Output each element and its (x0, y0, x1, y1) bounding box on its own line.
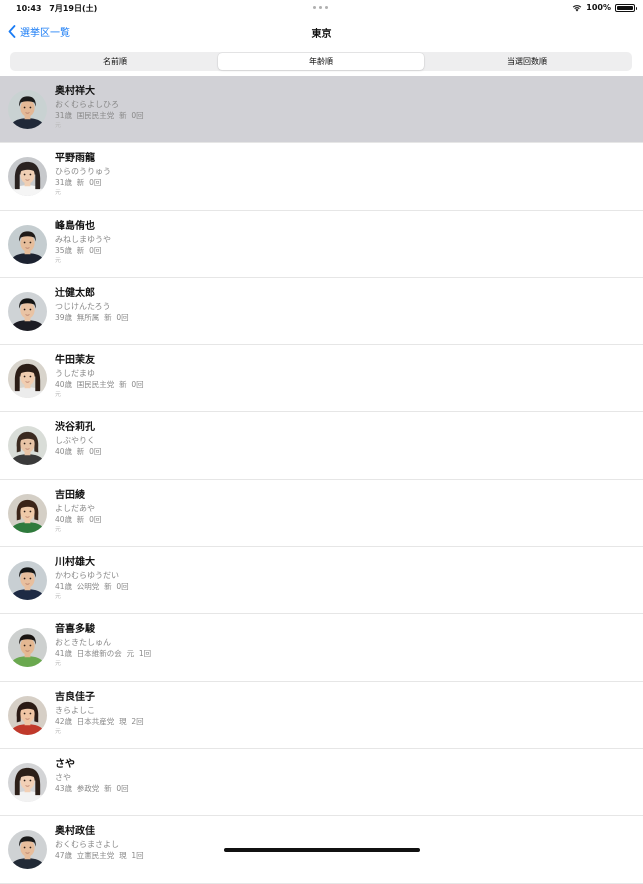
candidate-tag: 元 (55, 727, 62, 735)
status-time-date: 10:43 7月19日(土) (16, 3, 97, 14)
segment-wins-order[interactable]: 当選回数順 (424, 53, 630, 70)
multitasking-dots-icon[interactable] (313, 6, 328, 9)
candidate-tag: 元 (55, 122, 62, 129)
candidate-row[interactable]: 奥村祥大おくむらよしひろ 31歳 国民民主党 新 0回元 (0, 76, 643, 144)
candidate-info: 奥村祥大おくむらよしひろ 31歳 国民民主党 新 0回元 (55, 85, 144, 130)
candidate-info: 峰島侑也みねしまゆうや 35歳 新 0回元 (55, 220, 111, 265)
candidate-meta: 41歳 日本維新の会 元 1回 (55, 649, 152, 659)
candidate-name: 奥村祥大 (55, 86, 95, 97)
candidate-photo (8, 561, 47, 601)
candidate-info: 吉良佳子きらよしこ 42歳 日本共産党 現 2回元 (55, 691, 144, 736)
candidate-info: 奥村政佳おくむらまさよし 47歳 立憲民主党 現 1回 (55, 825, 144, 861)
candidate-info: 音喜多駿おときたしゅん 41歳 日本維新の会 元 1回元 (55, 623, 151, 668)
candidate-meta: 31歳 国民民主党 新 0回 (55, 111, 144, 120)
candidate-kana: しぶやりく (55, 436, 95, 446)
candidate-photo (8, 426, 47, 466)
candidate-kana: きらよしこ (55, 705, 95, 715)
candidate-row[interactable]: 音喜多駿おときたしゅん 41歳 日本維新の会 元 1回元 (0, 614, 643, 682)
candidate-name: 峰島侑也 (55, 220, 95, 232)
candidate-kana: つじけんたろう (55, 301, 111, 311)
candidate-kana: おくむらよしひろ (55, 100, 119, 109)
segment-name-order[interactable]: 名前順 (12, 53, 218, 70)
candidate-info: 牛田茉友うしだまゆ 40歳 国民民主党 新 0回元 (55, 354, 144, 399)
candidate-photo (8, 830, 47, 870)
candidate-meta: 31歳 新 0回 (55, 178, 102, 188)
candidate-meta: 39歳 無所属 新 0回 (55, 312, 129, 322)
candidate-meta: 35歳 新 0回 (55, 245, 102, 255)
candidate-row[interactable]: 渋谷莉孔しぶやりく 40歳 新 0回 (0, 412, 643, 480)
candidate-meta: 40歳 国民民主党 新 0回 (55, 380, 144, 390)
candidate-kana: おときたしゅん (55, 638, 111, 648)
navigation-bar: 選挙区一覧 東京 (0, 18, 643, 44)
candidate-tag: 元 (55, 391, 62, 399)
candidate-kana: よしだあや (55, 503, 95, 513)
candidate-kana: おくむらまさよし (55, 840, 119, 850)
candidate-kana: さや (55, 772, 71, 782)
candidate-row[interactable]: 川村雄大かわむらゆうだい 41歳 公明党 新 0回元 (0, 547, 643, 615)
candidate-info: さや さや 43歳 参政党 新 0回 (55, 758, 129, 794)
candidate-name: 平野雨龍 (55, 153, 95, 165)
candidate-photo (8, 90, 47, 129)
candidate-meta: 43歳 参政党 新 0回 (55, 783, 129, 793)
status-time: 10:43 (16, 4, 42, 13)
candidate-row[interactable]: 吉田綾よしだあや 40歳 新 0回元 (0, 480, 643, 548)
candidate-meta: 41歳 公明党 新 0回 (55, 582, 129, 592)
candidate-info: 平野雨龍ひらのうりゅう 31歳 新 0回元 (55, 152, 111, 197)
candidate-kana: ひらのうりゅう (55, 167, 111, 177)
candidate-name: 奥村政佳 (55, 826, 95, 838)
candidate-meta: 47歳 立憲民主党 現 1回 (55, 851, 144, 861)
candidate-kana: うしだまゆ (55, 369, 95, 379)
candidate-row[interactable]: さや さや 43歳 参政党 新 0回 (0, 749, 643, 817)
candidate-tag: 元 (55, 189, 62, 197)
wifi-icon (573, 4, 582, 11)
candidate-info: 渋谷莉孔しぶやりく 40歳 新 0回 (55, 421, 101, 457)
candidate-info: 川村雄大かわむらゆうだい 41歳 公明党 新 0回元 (55, 556, 129, 601)
candidate-photo (8, 359, 47, 399)
candidate-name: 音喜多駿 (55, 624, 95, 636)
candidate-name: さや (55, 758, 75, 770)
candidate-photo (8, 291, 47, 331)
candidate-photo (8, 695, 47, 735)
candidate-row[interactable]: 平野雨龍ひらのうりゅう 31歳 新 0回元 (0, 143, 643, 211)
status-bar: 10:43 7月19日(土) 100% (0, 0, 643, 16)
candidate-row[interactable]: 吉良佳子きらよしこ 42歳 日本共産党 現 2回元 (0, 682, 643, 749)
candidate-tag: 元 (55, 660, 62, 668)
candidate-meta: 40歳 新 0回 (55, 447, 102, 457)
candidate-kana: かわむらゆうだい (55, 571, 119, 581)
candidate-name: 渋谷莉孔 (55, 422, 95, 434)
candidate-photo (8, 157, 47, 197)
candidate-photo (8, 762, 47, 802)
candidate-info: 辻健太郎つじけんたろう 39歳 無所属 新 0回 (55, 287, 129, 323)
candidate-row[interactable]: 辻健太郎つじけんたろう 39歳 無所属 新 0回 (0, 278, 643, 346)
candidate-tag: 元 (55, 593, 62, 601)
candidate-tag: 元 (55, 256, 62, 264)
sort-segmented-control: 名前順 年齢順 当選回数順 (10, 52, 632, 71)
candidate-info: 吉田綾よしだあや 40歳 新 0回元 (55, 489, 101, 534)
candidate-tag: 元 (55, 525, 62, 533)
candidate-name: 牛田茉友 (55, 355, 95, 367)
home-indicator[interactable] (224, 848, 420, 852)
candidate-photo (8, 224, 47, 264)
candidate-row[interactable]: 牛田茉友うしだまゆ 40歳 国民民主党 新 0回元 (0, 345, 643, 413)
candidate-name: 吉良佳子 (55, 691, 95, 703)
candidate-row[interactable]: 峰島侑也みねしまゆうや 35歳 新 0回元 (0, 211, 643, 278)
candidate-name: 吉田綾 (55, 489, 85, 501)
page-title: 東京 (311, 29, 332, 40)
candidate-photo (8, 493, 47, 533)
segment-age-order[interactable]: 年齢順 (218, 53, 424, 70)
candidate-name: 辻健太郎 (55, 287, 95, 299)
status-date: 7月19日(土) (49, 4, 98, 13)
candidate-meta: 40歳 新 0回 (55, 514, 102, 524)
candidate-meta: 42歳 日本共産党 現 2回 (55, 716, 144, 726)
battery-percent: 100% (586, 3, 611, 12)
candidate-name: 川村雄大 (55, 557, 95, 569)
candidate-list: 奥村祥大 おくむらよしひろ 31歳 国民民主党 新 0回元 平野雨龍 ひらのうりゅう 3… (0, 76, 643, 884)
battery-icon (615, 3, 637, 12)
candidate-kana: みねしまゆうや (55, 234, 111, 244)
candidate-photo (8, 628, 47, 668)
